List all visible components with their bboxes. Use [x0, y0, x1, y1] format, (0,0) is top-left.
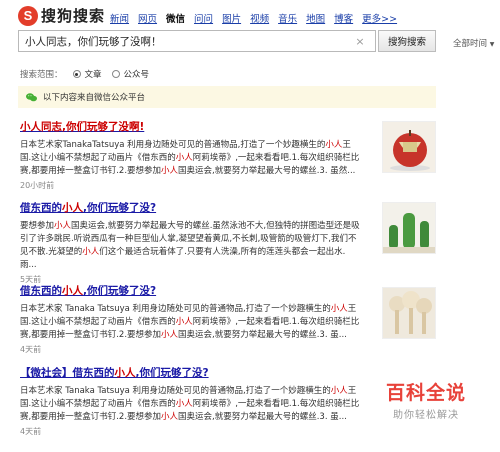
nav-music[interactable]: 音乐	[278, 11, 297, 25]
vertical-nav: 新闻 网页 微信 问问 图片 视频 音乐 地图 博客 更多>>	[110, 11, 397, 25]
cactus-thumbnail-image	[383, 203, 435, 253]
result-thumbnail[interactable]	[382, 287, 436, 339]
text-segment: ,你们玩够了没?	[83, 285, 157, 297]
nav-wenwen[interactable]: 问问	[194, 11, 213, 25]
header: S 搜狗搜索 新闻 网页 微信 问问 图片 视频 音乐 地图 博客 更多>> ×…	[0, 0, 500, 58]
text-segment: 日本艺术家TanakaTatsuya 利用身边随处可见的普通物品,打造了一个妙趣…	[20, 140, 326, 150]
source-notice: 以下内容来自微信公众平台	[18, 86, 436, 108]
result-time: 4天前	[20, 345, 42, 354]
search-scope-label: 搜索范围：	[20, 70, 63, 80]
result-title[interactable]: 借东西的小人,你们玩够了没?	[20, 283, 436, 298]
scope-option-label: 文章	[84, 70, 102, 80]
keyword-highlight: 小人	[54, 221, 72, 231]
result-item: 借东西的小人,你们玩够了没? 要想参加小人国奥运会,就要努力举起最大号的螺丝.虽…	[20, 200, 436, 285]
keyword-highlight: 小人	[325, 140, 343, 150]
result-thumbnail[interactable]	[382, 202, 436, 254]
text-segment: ,你们玩够了没?	[83, 202, 157, 214]
keyword-highlight: 小人	[62, 202, 83, 214]
nav-map[interactable]: 地图	[306, 11, 325, 25]
caret-down-icon: ▼	[489, 41, 495, 48]
notice-text: 以下内容来自微信公众平台	[43, 93, 146, 103]
keyword-highlight: 小人	[114, 367, 136, 379]
wechat-icon	[26, 92, 37, 101]
sogou-logo[interactable]: S 搜狗搜索	[18, 5, 105, 26]
keyword-highlight: 小人	[161, 412, 179, 422]
watermark-slogan: 助你轻松解决	[393, 410, 459, 421]
text-segment: 借东西的	[20, 202, 62, 214]
search-scope: 搜索范围： 文章 公众号	[20, 68, 149, 80]
result-title[interactable]: 小人同志,你们玩够了没啊!	[20, 119, 436, 134]
keyword-highlight: 小人	[330, 386, 348, 396]
scope-option-label: 公众号	[123, 70, 150, 80]
source-tag: 【微社会】	[20, 367, 73, 379]
broccoli-thumbnail-image	[383, 288, 435, 338]
result-snippet: 日本艺术家TanakaTatsuya 利用身边随处可见的普通物品,打造了一个妙趣…	[20, 139, 360, 178]
text-segment: 日本艺术家 Tanaka Tatsuya 利用身边随处可见的普通物品,打造了一个…	[20, 386, 331, 396]
keyword-highlight: 小人	[161, 330, 179, 340]
text-segment: ,你们玩够了没?	[135, 367, 209, 379]
apple-thumbnail-image	[383, 122, 435, 172]
text-segment: 要想参加	[20, 221, 55, 231]
search-box: ×	[18, 30, 376, 52]
nav-images[interactable]: 图片	[222, 11, 241, 25]
keyword-highlight: 小人	[62, 285, 83, 297]
time-filter-dropdown[interactable]: 全部时间 ▼	[453, 37, 494, 49]
sogou-logo-icon: S	[18, 5, 38, 26]
text-segment: 日本艺术家 Tanaka Tatsuya 利用身边随处可见的普通物品,打造了一个…	[20, 304, 331, 314]
nav-web[interactable]: 网页	[138, 11, 157, 25]
nav-weixin[interactable]: 微信	[166, 11, 185, 25]
search-input[interactable]	[25, 35, 351, 47]
keyword-highlight: 小人	[330, 304, 348, 314]
radio-unselected-icon	[111, 70, 120, 78]
result-snippet: 日本艺术家 Tanaka Tatsuya 利用身边随处可见的普通物品,打造了一个…	[20, 385, 360, 424]
result-thumbnail[interactable]	[382, 121, 436, 173]
nav-video[interactable]: 视频	[250, 11, 269, 25]
keyword-highlight: 小人	[175, 317, 193, 327]
watermark-logo-text: 百科全说	[385, 382, 466, 404]
result-time: 4天前	[20, 427, 42, 436]
search-bar: × 搜狗搜索	[18, 30, 436, 52]
keyword-highlight: 小人	[161, 166, 179, 176]
search-button[interactable]: 搜狗搜索	[378, 30, 436, 52]
text-segment: 借东西的	[72, 367, 115, 379]
text-segment: 国奥运会,就要努力举起最大号的螺丝.3. 虽...	[178, 412, 347, 422]
sogou-logo-text: 搜狗搜索	[41, 7, 106, 25]
keyword-highlight: 小人	[82, 247, 100, 257]
result-item: 借东西的小人,你们玩够了没? 日本艺术家 Tanaka Tatsuya 利用身边…	[20, 283, 436, 355]
nav-news[interactable]: 新闻	[110, 11, 129, 25]
nav-more[interactable]: 更多>>	[362, 11, 397, 25]
radio-selected-icon	[72, 70, 81, 78]
keyword-highlight: 小人同志,你们玩够了没啊!	[20, 121, 145, 133]
result-item: 小人同志,你们玩够了没啊! 日本艺术家TanakaTatsuya 利用身边随处可…	[20, 119, 436, 191]
text-segment: 国奥运会,就要努力举起最大号的螺丝.3. 虽然...	[178, 166, 356, 176]
clear-icon[interactable]: ×	[351, 35, 369, 48]
keyword-highlight: 小人	[175, 153, 193, 163]
keyword-highlight: 小人	[175, 399, 193, 409]
time-filter-label: 全部时间	[453, 39, 488, 49]
text-segment: 国奥运会,就要努力举起最大号的螺丝.3. 虽...	[178, 330, 347, 340]
text-segment: 借东西的	[20, 285, 62, 297]
nav-blog[interactable]: 博客	[334, 11, 353, 25]
result-snippet: 要想参加小人国奥运会,就要努力举起最大号的螺丝.虽然泳池不大,但独特的拼图造型还…	[20, 220, 360, 272]
scope-radio-accounts[interactable]: 公众号	[111, 68, 150, 80]
result-time: 20小时前	[20, 181, 55, 190]
baike-watermark: 百科全说 助你轻松解决	[366, 378, 486, 421]
result-title[interactable]: 借东西的小人,你们玩够了没?	[20, 200, 436, 215]
result-snippet: 日本艺术家 Tanaka Tatsuya 利用身边随处可见的普通物品,打造了一个…	[20, 303, 360, 342]
scope-radio-articles[interactable]: 文章	[72, 68, 102, 80]
